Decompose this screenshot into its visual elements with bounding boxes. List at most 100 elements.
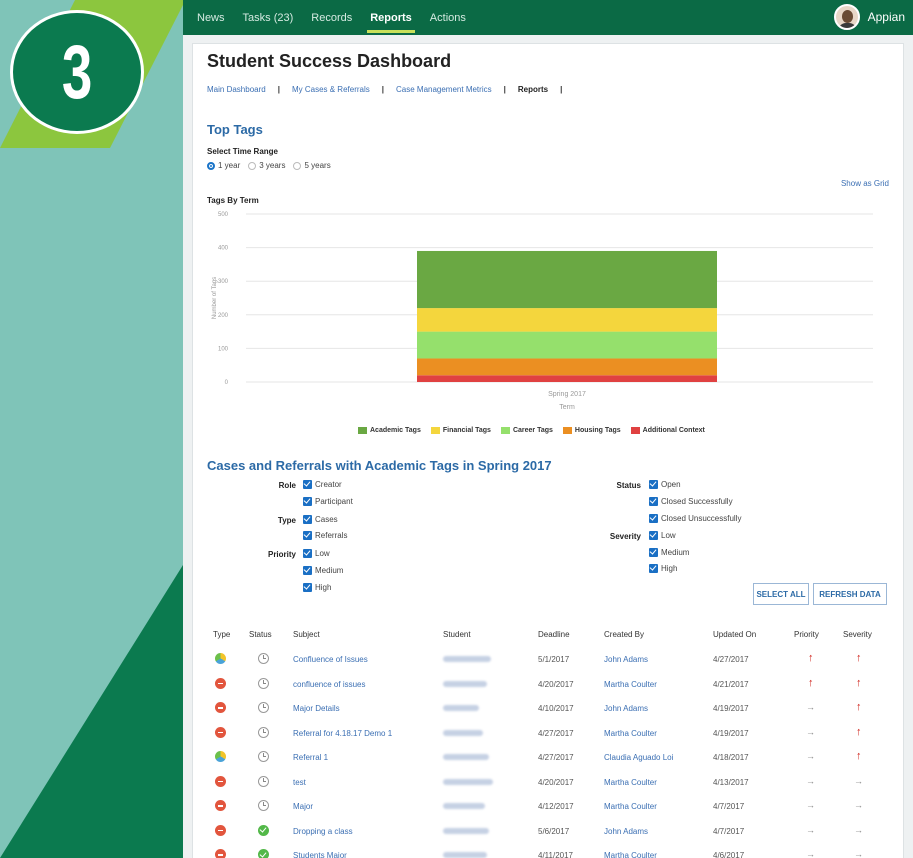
student-name-redacted[interactable] bbox=[443, 656, 491, 662]
table-row[interactable]: Major Details 4/10/2017 John Adams 4/19/201… bbox=[193, 697, 905, 721]
legend-item[interactable]: Additional Context bbox=[630, 427, 705, 434]
radio-3-years[interactable]: 3 years bbox=[248, 161, 285, 170]
table-row[interactable]: confluence of issues 4/20/2017 Martha Coul… bbox=[193, 673, 905, 697]
checkbox-icon[interactable] bbox=[649, 564, 658, 573]
col-student[interactable]: Student bbox=[443, 630, 471, 639]
nav-actions[interactable]: Actions bbox=[430, 0, 466, 35]
checkbox-priority-high[interactable]: High bbox=[303, 583, 331, 592]
table-row[interactable]: Students Major 4/11/2017 Martha Coulter 4/6… bbox=[193, 844, 905, 858]
checkbox-icon[interactable] bbox=[649, 531, 658, 540]
table-row[interactable]: Confluence of Issues 5/1/2017 John Adams 4/… bbox=[193, 648, 905, 672]
checkbox-severity-low[interactable]: Low bbox=[649, 531, 676, 540]
subject-link[interactable]: confluence of issues bbox=[293, 680, 366, 689]
checkbox-type-cases[interactable]: Cases bbox=[303, 515, 338, 524]
checkbox-priority-medium[interactable]: Medium bbox=[303, 566, 343, 575]
created-by-link[interactable]: Martha Coulter bbox=[604, 778, 657, 787]
nav-news[interactable]: News bbox=[197, 0, 225, 35]
col-deadline[interactable]: Deadline bbox=[538, 630, 570, 639]
created-by-link[interactable]: John Adams bbox=[604, 655, 648, 664]
created-by-link[interactable]: Claudia Aguado Loi bbox=[604, 753, 673, 762]
subject-link[interactable]: Major Details bbox=[293, 704, 340, 713]
select-all-button[interactable]: SELECT ALL bbox=[753, 583, 809, 605]
col-severity[interactable]: Severity bbox=[843, 630, 872, 639]
col-subject[interactable]: Subject bbox=[293, 630, 320, 639]
checkbox-priority-low[interactable]: Low bbox=[303, 549, 330, 558]
checkbox-icon[interactable] bbox=[649, 480, 658, 489]
checkbox-icon[interactable] bbox=[303, 583, 312, 592]
radio-button[interactable] bbox=[207, 161, 215, 170]
created-by-link[interactable]: Martha Coulter bbox=[604, 851, 657, 858]
col-type[interactable]: Type bbox=[213, 630, 230, 639]
checkbox-status-open[interactable]: Open bbox=[649, 480, 681, 489]
checkbox-icon[interactable] bbox=[303, 549, 312, 558]
subject-link[interactable]: Referral for 4.18.17 Demo 1 bbox=[293, 729, 392, 738]
created-by-link[interactable]: Martha Coulter bbox=[604, 729, 657, 738]
checkbox-icon[interactable] bbox=[303, 515, 312, 524]
student-name-redacted[interactable] bbox=[443, 754, 489, 760]
radio-button[interactable] bbox=[293, 161, 302, 170]
legend-item[interactable]: Housing Tags bbox=[562, 427, 621, 434]
table-row[interactable]: Referral for 4.18.17 Demo 1 4/27/2017 Mart… bbox=[193, 722, 905, 746]
student-name-redacted[interactable] bbox=[443, 705, 479, 711]
student-name-redacted[interactable] bbox=[443, 778, 493, 785]
col-created-by[interactable]: Created By bbox=[604, 630, 644, 639]
col-status[interactable]: Status bbox=[249, 630, 272, 639]
table-row[interactable]: test 4/20/2017 Martha Coulter 4/13/2017 → → bbox=[193, 771, 905, 795]
legend-item[interactable]: Career Tags bbox=[500, 427, 553, 434]
radio-1-year[interactable]: 1 year bbox=[207, 161, 240, 170]
created-by-link[interactable]: John Adams bbox=[604, 704, 648, 713]
radio-5-years[interactable]: 5 years bbox=[293, 161, 331, 170]
crumb-my-cases[interactable]: My Cases & Referrals bbox=[292, 85, 370, 94]
student-name-redacted[interactable] bbox=[443, 827, 489, 834]
role-label: Role bbox=[278, 481, 296, 490]
col-updated-on[interactable]: Updated On bbox=[713, 630, 756, 639]
priority-normal-icon: → bbox=[806, 824, 815, 835]
checkbox-icon[interactable] bbox=[303, 497, 312, 506]
checkbox-role-participant[interactable]: Participant bbox=[303, 497, 353, 506]
table-row[interactable]: Dropping a class 5/6/2017 John Adams 4/7/20… bbox=[193, 820, 905, 844]
subject-link[interactable]: Confluence of Issues bbox=[293, 655, 368, 664]
table-row[interactable]: Referral 1 4/27/2017 Claudia Aguado Loi 4/1… bbox=[193, 746, 905, 770]
severity-normal-icon: → bbox=[854, 849, 863, 858]
checkbox-status-closed-unsuccessfully[interactable]: Closed Unsuccessfully bbox=[649, 514, 741, 523]
student-name-redacted[interactable] bbox=[443, 729, 483, 736]
checkbox-severity-medium[interactable]: Medium bbox=[649, 548, 689, 557]
checkbox-icon[interactable] bbox=[303, 531, 312, 540]
checkbox-icon[interactable] bbox=[303, 480, 312, 489]
checkbox-icon[interactable] bbox=[303, 566, 312, 575]
crumb-case-metrics[interactable]: Case Management Metrics bbox=[396, 85, 492, 94]
subject-link[interactable]: Major bbox=[293, 802, 313, 811]
col-priority[interactable]: Priority bbox=[794, 630, 819, 639]
refresh-data-button[interactable]: REFRESH DATA bbox=[813, 583, 887, 605]
legend-item[interactable]: Academic Tags bbox=[358, 427, 421, 434]
avatar[interactable] bbox=[833, 4, 860, 30]
student-name-redacted[interactable] bbox=[443, 680, 487, 687]
checkbox-severity-high[interactable]: High bbox=[649, 564, 677, 573]
deadline: 4/27/2017 bbox=[538, 728, 574, 738]
checkbox-icon[interactable] bbox=[649, 514, 658, 523]
created-by-link[interactable]: Martha Coulter bbox=[604, 680, 657, 689]
table-row[interactable]: Major 4/12/2017 Martha Coulter 4/7/2017 → → bbox=[193, 795, 905, 819]
checkbox-icon[interactable] bbox=[649, 548, 658, 557]
created-by-link[interactable]: Martha Coulter bbox=[604, 802, 657, 811]
checkbox-type-referrals[interactable]: Referrals bbox=[303, 531, 347, 540]
student-name-redacted[interactable] bbox=[443, 852, 487, 858]
subject-link[interactable]: test bbox=[293, 778, 306, 787]
step-badge: 3 bbox=[10, 10, 144, 134]
subject-link[interactable]: Referral 1 bbox=[293, 753, 328, 762]
nav-reports[interactable]: Reports bbox=[367, 0, 415, 35]
checkbox-status-closed-successfully[interactable]: Closed Successfully bbox=[649, 497, 733, 506]
created-by-link[interactable]: John Adams bbox=[604, 827, 648, 836]
show-as-grid-link[interactable]: Show as Grid bbox=[841, 179, 889, 188]
student-name-redacted[interactable] bbox=[443, 803, 485, 809]
legend-item[interactable]: Financial Tags bbox=[430, 427, 491, 434]
checkbox-role-creator[interactable]: Creator bbox=[303, 480, 342, 489]
checkbox-icon[interactable] bbox=[649, 497, 658, 506]
subject-link[interactable]: Students Major bbox=[293, 851, 347, 858]
crumb-main-dashboard[interactable]: Main Dashboard bbox=[207, 85, 266, 94]
nav-tasks[interactable]: Tasks (23) bbox=[243, 0, 294, 35]
radio-button[interactable] bbox=[248, 161, 257, 170]
subject-link[interactable]: Dropping a class bbox=[293, 827, 353, 836]
nav-records[interactable]: Records bbox=[311, 0, 352, 35]
bar-segment bbox=[417, 331, 717, 359]
